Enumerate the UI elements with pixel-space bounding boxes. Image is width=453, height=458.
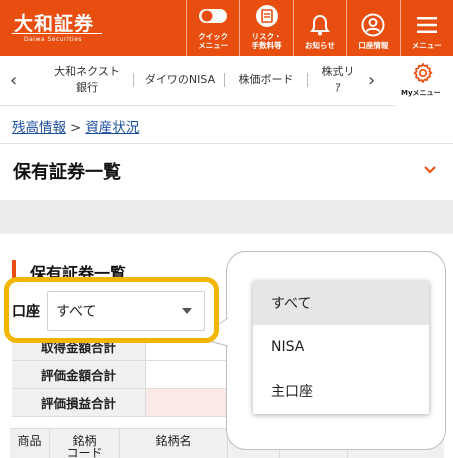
- my-menu-button[interactable]: Myメニュー: [395, 56, 453, 106]
- document-icon: [255, 3, 279, 29]
- subnav-item-stock-board[interactable]: 株価ボード: [228, 72, 304, 88]
- daiwa-logo[interactable]: 大和証券 Daiwa Securities: [0, 0, 186, 56]
- account-label: 口座: [12, 304, 40, 320]
- hamburger-icon: [416, 12, 438, 38]
- quick-menu-button[interactable]: クイック メニュー: [186, 0, 239, 56]
- breadcrumb-balance-info[interactable]: 残高情報: [12, 120, 66, 136]
- caret-down-icon: [182, 308, 192, 314]
- account-info-label: 口座情報: [358, 41, 389, 50]
- chevron-left-icon[interactable]: ‹: [10, 70, 17, 91]
- dropdown-option-nisa[interactable]: NISA: [253, 325, 429, 369]
- user-icon: [361, 12, 385, 38]
- menu-label: メニュー: [411, 41, 442, 50]
- notifications-button[interactable]: お知らせ: [292, 0, 346, 56]
- divider: [0, 143, 453, 144]
- bell-icon: [310, 12, 330, 38]
- risk-fees-button[interactable]: リスク・ 手数料等: [239, 0, 292, 56]
- gear-icon: [412, 62, 434, 88]
- account-select[interactable]: すべて: [47, 291, 205, 331]
- page-title: 保有証券一覧: [13, 162, 121, 183]
- logo-underline: [12, 33, 102, 34]
- column-header-code: 銘柄 コード: [50, 429, 120, 458]
- risk-fees-label: リスク・ 手数料等: [251, 32, 282, 50]
- toggle-icon: [198, 3, 228, 29]
- logo-subtext: Daiwa Securities: [24, 36, 83, 43]
- notifications-label: お知らせ: [305, 41, 335, 50]
- quick-menu-label: クイック メニュー: [198, 32, 229, 50]
- account-dropdown-list: すべて NISA 主口座: [253, 281, 429, 414]
- subnav-separator: [307, 73, 308, 87]
- section-spacer: [0, 200, 453, 234]
- column-header-product: 商品: [10, 429, 50, 458]
- breadcrumb: 残高情報 > 資産状況: [12, 116, 139, 136]
- breadcrumb-asset-status[interactable]: 資産状況: [85, 120, 139, 136]
- account-select-value: すべて: [56, 304, 97, 320]
- summary-gain-loss-total-label: 評価損益合計: [12, 389, 146, 416]
- subnav-item-nisa[interactable]: ダイワのNISA: [138, 72, 222, 88]
- dropdown-option-all[interactable]: すべて: [253, 281, 429, 325]
- chevron-right-icon[interactable]: ›: [368, 70, 375, 91]
- subnav-item-daiwa-next-bank[interactable]: 大和ネクスト 銀行: [44, 64, 130, 96]
- column-header-name: 銘柄名: [120, 429, 228, 458]
- chevron-down-icon[interactable]: [423, 160, 437, 179]
- logo-text: 大和証券: [14, 13, 95, 35]
- sub-navigation: ‹ 大和ネクスト 銀行 ダイワのNISA 株価ボード 株式リ ｱ › Myメニュ…: [0, 56, 453, 106]
- my-menu-label: Myメニュー: [401, 89, 441, 97]
- account-info-button[interactable]: 口座情報: [346, 0, 399, 56]
- summary-valuation-total-label: 評価金額合計: [12, 361, 146, 388]
- breadcrumb-separator: >: [70, 120, 82, 136]
- dropdown-option-main-account[interactable]: 主口座: [253, 369, 429, 413]
- subnav-item-stock-ranking[interactable]: 株式リ ｱ: [312, 64, 364, 96]
- subnav-separator: [133, 73, 134, 87]
- top-header: 大和証券 Daiwa Securities クイック メニュー リスク・ 手数料…: [0, 0, 453, 56]
- menu-button[interactable]: メニュー: [399, 0, 453, 56]
- subnav-separator: [224, 73, 225, 87]
